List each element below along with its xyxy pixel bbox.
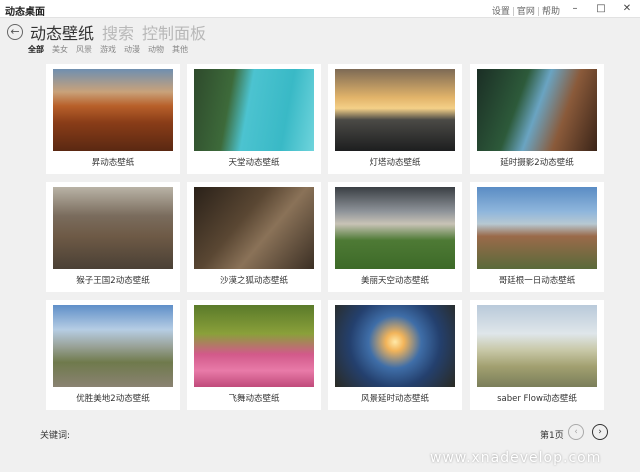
- wallpaper-card[interactable]: saber Flow动态壁纸: [470, 300, 604, 410]
- wallpaper-title: 飞舞动态壁纸: [228, 394, 280, 404]
- wallpaper-card[interactable]: 美丽天空动态壁纸: [328, 182, 462, 292]
- wallpaper-title: 猴子王国2动态壁纸: [76, 276, 150, 286]
- tab-live-wallpaper[interactable]: 动态壁纸: [30, 20, 94, 44]
- separator: |: [536, 7, 540, 17]
- minimize-button[interactable]: –: [562, 0, 588, 18]
- wallpaper-title: 优胜美地2动态壁纸: [76, 394, 150, 404]
- separator: |: [511, 7, 515, 17]
- back-arrow-icon[interactable]: ←: [7, 24, 23, 40]
- wallpaper-card[interactable]: 昇动态壁纸: [46, 64, 180, 174]
- tab-search[interactable]: 搜索: [102, 20, 134, 44]
- top-links: 设置 | 官网 | 帮助: [492, 4, 560, 17]
- wallpaper-title: 沙漠之狐动态壁纸: [219, 276, 288, 286]
- category-scenery[interactable]: 风景: [76, 44, 92, 55]
- footer: 关键词: 第1页 ‹ › www.xnadevelop.com: [0, 414, 640, 472]
- wallpaper-card[interactable]: 风景延时动态壁纸: [328, 300, 462, 410]
- wallpaper-card[interactable]: 天堂动态壁纸: [187, 64, 321, 174]
- app-title: 动态桌面: [5, 7, 45, 18]
- website-link[interactable]: 官网: [517, 7, 535, 17]
- wallpaper-card[interactable]: 猴子王国2动态壁纸: [46, 182, 180, 292]
- nav-tabs: 动态壁纸 搜索 控制面板: [30, 20, 214, 44]
- wallpaper-card[interactable]: 灯塔动态壁纸: [328, 64, 462, 174]
- wallpaper-title: 天堂动态壁纸: [228, 158, 280, 168]
- category-animal[interactable]: 动物: [148, 44, 164, 55]
- help-link[interactable]: 帮助: [542, 7, 560, 17]
- maximize-button[interactable]: □: [588, 0, 614, 18]
- category-all[interactable]: 全部: [28, 44, 44, 55]
- wallpaper-thumbnail[interactable]: [335, 187, 455, 269]
- wallpaper-thumbnail[interactable]: [194, 187, 314, 269]
- next-page-icon[interactable]: ›: [592, 424, 608, 440]
- category-filter: 全部 美女 风景 游戏 动漫 动物 其他: [28, 44, 196, 55]
- watermark: www.xnadevelop.com: [430, 450, 602, 466]
- close-button[interactable]: ✕: [614, 0, 640, 18]
- wallpaper-thumbnail[interactable]: [53, 69, 173, 151]
- wallpaper-thumbnail[interactable]: [194, 69, 314, 151]
- wallpaper-card[interactable]: 延时摄影2动态壁纸: [470, 64, 604, 174]
- wallpaper-card[interactable]: 优胜美地2动态壁纸: [46, 300, 180, 410]
- wallpaper-thumbnail[interactable]: [477, 187, 597, 269]
- wallpaper-title: 风景延时动态壁纸: [360, 394, 429, 404]
- wallpaper-card[interactable]: 哥廷根一日动态壁纸: [470, 182, 604, 292]
- keyword-label: 关键词:: [40, 431, 71, 441]
- wallpaper-title: 延时摄影2动态壁纸: [500, 158, 574, 168]
- wallpaper-thumbnail[interactable]: [53, 187, 173, 269]
- wallpaper-thumbnail[interactable]: [477, 305, 597, 387]
- category-anime[interactable]: 动漫: [124, 44, 140, 55]
- nav-bar: ← 动态壁纸 搜索 控制面板 全部 美女 风景 游戏 动漫 动物 其他: [0, 18, 640, 62]
- wallpaper-thumbnail[interactable]: [194, 305, 314, 387]
- title-bar: 动态桌面 设置 | 官网 | 帮助 – □ ✕: [0, 0, 640, 18]
- wallpaper-title: 美丽天空动态壁纸: [360, 276, 429, 286]
- settings-link[interactable]: 设置: [492, 7, 510, 17]
- page-indicator: 第1页: [540, 431, 564, 441]
- wallpaper-thumbnail[interactable]: [335, 69, 455, 151]
- wallpaper-title: 灯塔动态壁纸: [369, 158, 421, 168]
- wallpaper-card[interactable]: 飞舞动态壁纸: [187, 300, 321, 410]
- wallpaper-thumbnail[interactable]: [335, 305, 455, 387]
- wallpaper-thumbnail[interactable]: [477, 69, 597, 151]
- tab-control-panel[interactable]: 控制面板: [142, 20, 206, 44]
- wallpaper-card[interactable]: 沙漠之狐动态壁纸: [187, 182, 321, 292]
- category-game[interactable]: 游戏: [100, 44, 116, 55]
- category-beauty[interactable]: 美女: [52, 44, 68, 55]
- prev-page-icon[interactable]: ‹: [568, 424, 584, 440]
- category-other[interactable]: 其他: [172, 44, 188, 55]
- wallpaper-title: 哥廷根一日动态壁纸: [498, 276, 576, 286]
- wallpaper-grid: 昇动态壁纸 天堂动态壁纸 灯塔动态壁纸 延时摄影2动态壁纸 猴子王国2动态壁纸 …: [0, 62, 640, 414]
- window-controls: – □ ✕: [562, 0, 640, 18]
- wallpaper-thumbnail[interactable]: [53, 305, 173, 387]
- wallpaper-title: 昇动态壁纸: [91, 158, 135, 168]
- wallpaper-title: saber Flow动态壁纸: [497, 394, 577, 404]
